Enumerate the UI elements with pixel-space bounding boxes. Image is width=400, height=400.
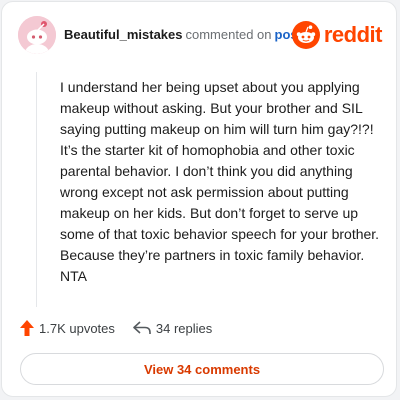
action-text: commented on [185, 27, 272, 42]
replies-stat[interactable]: 34 replies [133, 321, 212, 336]
upvote-arrow-icon [20, 320, 34, 336]
comment-card: Beautiful_mistakes commented on post reddi… [1, 1, 397, 397]
upvote-stat[interactable]: 1.7K upvotes [20, 320, 115, 336]
reddit-brand[interactable]: reddit [291, 21, 383, 49]
reddit-wordmark: reddit [323, 22, 383, 47]
reply-count: 34 replies [155, 320, 213, 336]
reply-arrow-icon [133, 321, 151, 334]
comment-body: I understand her being upset about you a… [60, 79, 380, 284]
reddit-logo-icon [291, 21, 320, 49]
comment-meta: Beautiful_mistakes commented on post [64, 27, 302, 42]
thread-line [36, 72, 37, 307]
upvote-count: 1.7K upvotes [39, 320, 115, 336]
comment-stats: 1.7K upvotes 34 replies [20, 318, 212, 338]
view-comments-button[interactable]: View 34 comments [20, 353, 384, 385]
comment-header: Beautiful_mistakes commented on post reddi… [18, 16, 383, 56]
username[interactable]: Beautiful_mistakes [64, 27, 183, 42]
snoo-avatar-icon[interactable] [18, 16, 56, 54]
